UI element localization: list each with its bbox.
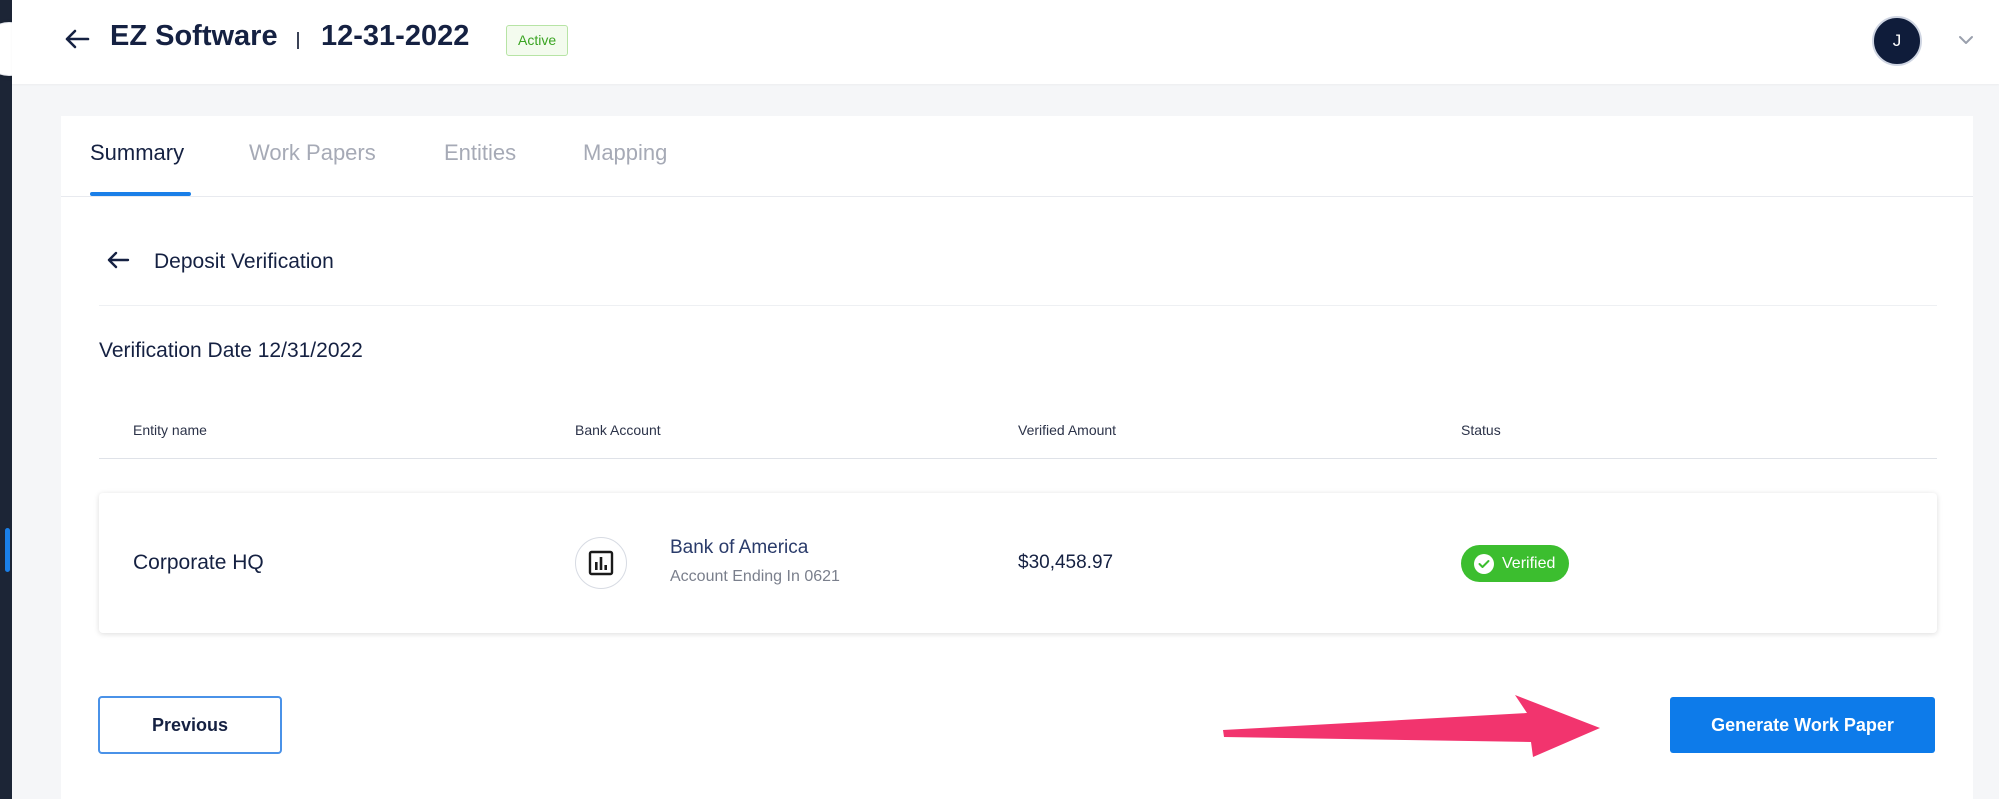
tab-bar: Summary Work Papers Entities Mapping [61,116,1973,197]
status-label: Verified [1502,554,1556,572]
bank-name: Bank of America [670,537,809,558]
section-title: Deposit Verification [154,250,334,273]
section-header: Deposit Verification [99,226,1937,306]
verified-amount: $30,458.97 [1018,552,1114,573]
column-header-bank-account: Bank Account [575,422,661,438]
annotation-arrow-icon [1223,695,1600,757]
title-divider [297,32,299,49]
table-header: Entity name Bank Account Verified Amount… [99,406,1937,459]
bank-account-ending: Account Ending In 0621 [670,568,840,585]
bar-chart-icon [575,537,627,589]
previous-button[interactable]: Previous [98,696,282,754]
avatar[interactable]: J [1872,16,1922,66]
status-badge: Active [506,25,569,56]
tab-work-papers[interactable]: Work Papers [249,140,376,166]
back-button[interactable] [62,26,92,56]
tab-mapping[interactable]: Mapping [583,140,667,166]
status-badge: Verified [1461,545,1570,582]
column-header-verified-amount: Verified Amount [1018,422,1117,438]
tab-summary[interactable]: Summary [90,140,184,166]
arrow-left-icon [64,28,90,55]
top-header: EZ Software 12-31-2022 Active J [12,0,1999,84]
column-header-entity: Entity name [133,422,207,438]
sidebar-strip [0,0,12,799]
generate-work-paper-button[interactable]: Generate Work Paper [1670,697,1935,753]
section-back-button[interactable] [104,248,132,276]
verification-date: Verification Date 12/31/2022 [99,339,363,362]
check-icon [1474,553,1494,574]
tab-entities[interactable]: Entities [444,140,516,166]
company-name: EZ Software [110,20,278,52]
arrow-left-icon [106,250,130,275]
sidebar-active-indicator [5,528,10,572]
chevron-down-icon[interactable] [1956,30,1976,50]
active-tab-indicator [90,192,191,196]
column-header-status: Status [1461,422,1501,438]
period-date: 12-31-2022 [321,20,470,52]
table-row[interactable]: Corporate HQ Bank of America Account End… [99,493,1937,633]
main-card: Summary Work Papers Entities Mapping Dep… [61,116,1973,799]
entity-name: Corporate HQ [133,551,264,574]
